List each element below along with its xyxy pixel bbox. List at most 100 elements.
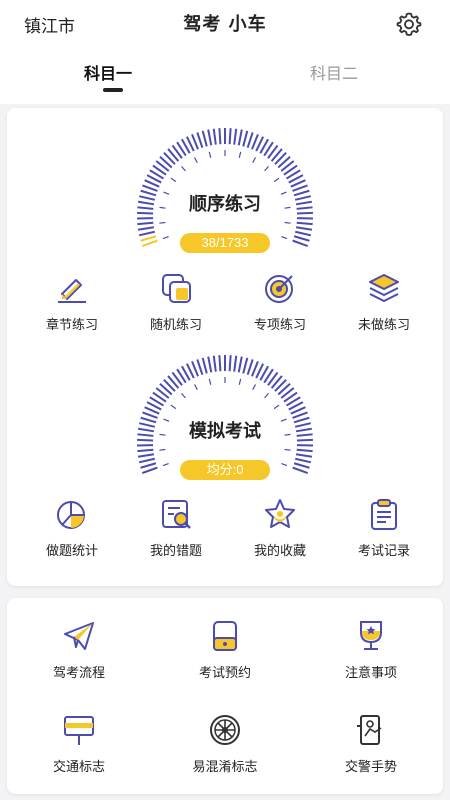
gauge-inner-tick	[281, 462, 288, 467]
gauge-outer-tick	[141, 239, 158, 248]
gauge-outer-tick	[292, 466, 309, 475]
gauge-outer-tick	[296, 448, 313, 453]
gauge-inner-tick	[162, 462, 169, 467]
gauge-outer-tick	[207, 356, 213, 373]
my-mistakes-button[interactable]: 我的错题	[126, 496, 226, 559]
trophy-icon	[360, 621, 382, 650]
gauge-outer-tick	[295, 226, 313, 231]
question-statistics-button[interactable]: 做题统计	[22, 496, 122, 559]
gauge-outer-tick	[242, 357, 249, 374]
notes-button[interactable]: 注意事项	[321, 618, 421, 681]
gauge-title: 顺序练习	[189, 194, 261, 215]
page-title: 驾考 小车	[183, 14, 267, 35]
gauge-outer-tick	[137, 453, 155, 458]
gear-icon[interactable]	[395, 10, 423, 38]
police-gestures-button[interactable]: 交警手势	[321, 712, 421, 775]
gauge-inner-tick	[170, 177, 177, 183]
gauge-outer-tick	[237, 356, 243, 373]
gauge-outer-tick	[212, 355, 217, 372]
grid-item-label: 做题统计	[45, 544, 98, 559]
gauge-inner-tick	[284, 448, 291, 451]
gauge-inner-tick	[181, 165, 186, 172]
gauge-outer-tick	[140, 235, 157, 242]
grid-item-label: 我的错题	[149, 544, 202, 559]
gauge-outer-tick	[207, 129, 213, 146]
gauge-outer-tick	[293, 235, 310, 242]
pencil-icon	[58, 279, 86, 303]
gauge-inner-tick	[284, 221, 291, 224]
pie-chart-icon	[57, 501, 85, 529]
gauge-outer-tick	[233, 128, 238, 145]
gauge-outer-tick	[137, 448, 154, 453]
special-practice-button[interactable]: 专项练习	[230, 270, 330, 333]
gauge-outer-tick	[295, 230, 312, 237]
chapter-practice-button[interactable]: 章节练习	[22, 270, 122, 333]
gauge-outer-tick	[140, 462, 157, 469]
grid-item-label: 注意事项	[344, 666, 397, 681]
gauge-outer-tick	[237, 129, 243, 146]
gauge-inner-tick	[159, 448, 166, 451]
gauge-outer-tick	[138, 230, 155, 237]
gauge-inner-tick	[252, 384, 257, 391]
tab-subject-one[interactable]: 科目一	[84, 60, 132, 84]
random-practice-button[interactable]: 随机练习	[126, 270, 226, 333]
tools-card: 驾考流程 考试预约 注意事项 交通标志 易混淆标志 交警手势	[7, 598, 443, 794]
wrong-answers-icon	[162, 500, 191, 529]
gauge-outer-tick	[228, 128, 232, 145]
mock-exam-gauge[interactable]: 模拟考试 均分:0	[135, 353, 315, 493]
gauge-title: 模拟考试	[189, 421, 261, 442]
gauge-outer-tick	[242, 130, 249, 147]
road-sign-icon	[64, 716, 94, 745]
app-header: 镇江市 驾考 小车 科目一 科目二	[0, 0, 450, 104]
gauge-inner-tick	[264, 165, 269, 172]
police-gesture-icon	[357, 715, 382, 745]
gauge-outer-tick	[228, 355, 232, 372]
gauge-outer-tick	[212, 128, 217, 145]
clipboard-icon	[371, 499, 397, 530]
progress-badge: 38/1733	[180, 233, 270, 253]
layers-icon	[369, 274, 399, 302]
gauge-inner-tick	[193, 384, 198, 391]
grid-item-label: 驾考流程	[52, 666, 105, 681]
grid-item-label: 交警手势	[344, 760, 397, 775]
practice-card: 顺序练习 38/1733 章节练习 随机练习 专项练习 未做练习 模拟考试 均分…	[7, 108, 443, 586]
gauge-inner-tick	[273, 177, 280, 183]
gauge-outer-tick	[138, 457, 155, 464]
my-favorites-button[interactable]: 我的收藏	[230, 496, 330, 559]
gauge-inner-tick	[159, 221, 166, 224]
appointment-icon	[213, 621, 237, 651]
gauge-outer-tick	[292, 239, 309, 248]
gauge-inner-tick	[264, 392, 269, 399]
grid-item-label: 专项练习	[253, 318, 306, 333]
undone-practice-button[interactable]: 未做练习	[334, 270, 434, 333]
traffic-signs-button[interactable]: 交通标志	[29, 712, 129, 775]
gauge-inner-tick	[208, 151, 212, 158]
exam-appointment-button[interactable]: 考试预约	[175, 618, 275, 681]
grid-item-label: 章节练习	[45, 318, 98, 333]
gauge-inner-tick	[181, 392, 186, 399]
gauge-inner-tick	[238, 151, 242, 158]
gauge-outer-tick	[218, 128, 222, 145]
gauge-outer-tick	[137, 226, 155, 231]
tab-subject-two[interactable]: 科目二	[310, 60, 358, 84]
sequential-practice-gauge[interactable]: 顺序练习 38/1733	[135, 126, 315, 266]
exam-records-button[interactable]: 考试记录	[334, 496, 434, 559]
gauge-outer-tick	[201, 357, 208, 374]
exam-process-button[interactable]: 驾考流程	[29, 618, 129, 681]
grid-item-label: 易混淆标志	[192, 760, 258, 775]
gauge-outer-tick	[295, 453, 313, 458]
gauge-inner-tick	[170, 404, 177, 410]
gauge-outer-tick	[296, 221, 313, 226]
paper-plane-icon	[64, 622, 94, 650]
gauge-outer-tick	[293, 462, 310, 469]
gauge-inner-tick	[208, 378, 212, 385]
gauge-outer-tick	[196, 359, 204, 375]
gauge-outer-tick	[246, 132, 254, 148]
gauge-outer-tick	[141, 466, 158, 475]
gauge-inner-tick	[238, 378, 242, 385]
grid-item-label: 随机练习	[149, 318, 202, 333]
confusing-signs-button[interactable]: 易混淆标志	[175, 712, 275, 775]
grid-item-label: 未做练习	[357, 318, 410, 333]
gauge-outer-tick	[295, 457, 312, 464]
gauge-outer-tick	[201, 130, 208, 147]
